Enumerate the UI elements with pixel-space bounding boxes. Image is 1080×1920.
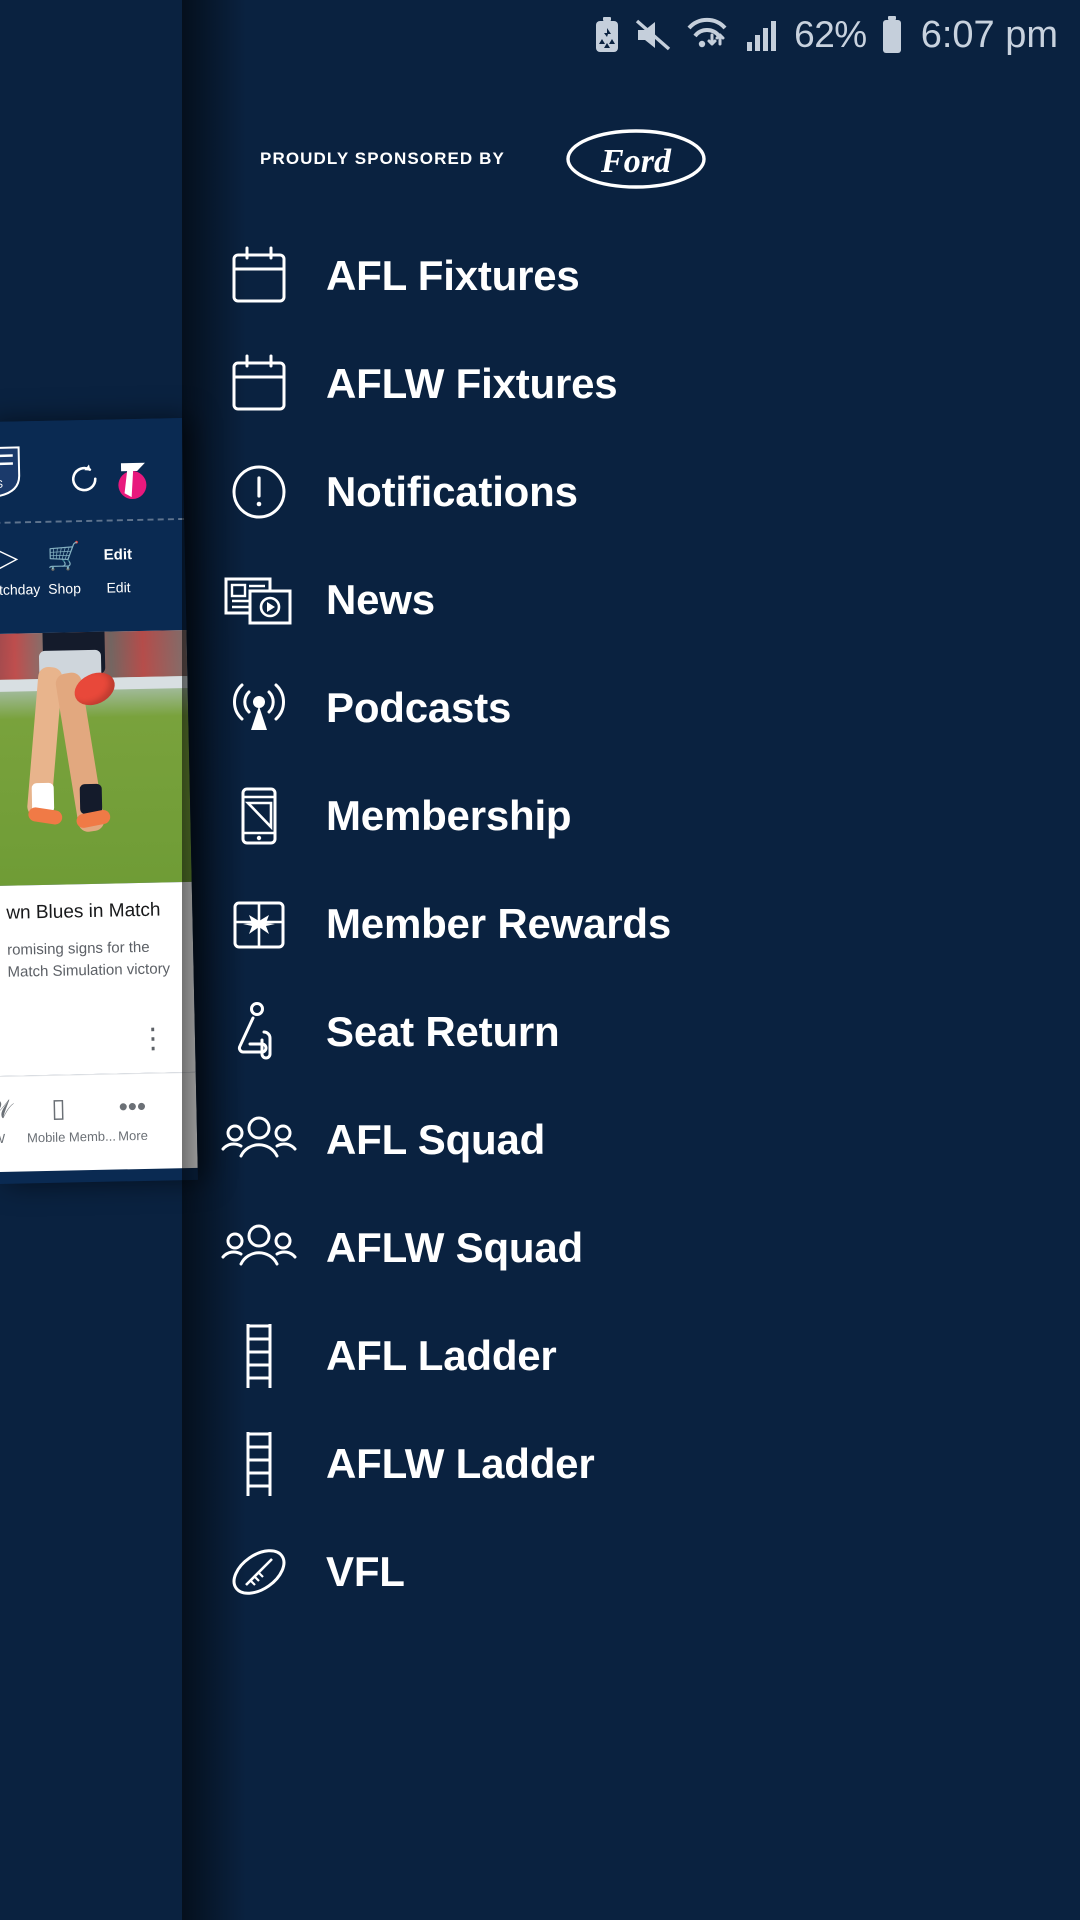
menu-item-label: Seat Return — [326, 1008, 560, 1055]
menu-item-news[interactable]: News — [182, 546, 1080, 654]
menu-item-afl-ladder[interactable]: AFL Ladder — [182, 1302, 1080, 1410]
svg-text:S: S — [0, 479, 3, 491]
svg-text:Ford: Ford — [600, 143, 672, 180]
quick-action-label: Matchday — [0, 581, 41, 599]
kebab-menu-icon[interactable]: ⋮ — [139, 1021, 168, 1055]
navigation-drawer: PROUDLY SPONSORED BY Ford AFL Fixtures A… — [182, 0, 1080, 1920]
play-icon: ▷ — [0, 542, 19, 573]
menu-item-aflw-squad[interactable]: AFLW Squad — [182, 1194, 1080, 1302]
background-app-topbar: S — [0, 418, 185, 525]
article-image — [0, 629, 192, 887]
menu-item-podcasts[interactable]: Podcasts — [182, 654, 1080, 762]
menu-item-label: AFL Ladder — [326, 1332, 557, 1379]
menu-item-label: AFL Fixtures — [326, 252, 580, 299]
menu-item-label: News — [326, 576, 435, 623]
menu-item-aflw-ladder[interactable]: AFLW Ladder — [182, 1410, 1080, 1518]
bottom-nav-label: Mobile Memb... — [26, 1128, 117, 1146]
menu-item-membership[interactable]: Membership — [182, 762, 1080, 870]
calendar-icon — [218, 240, 300, 312]
people-group-icon — [218, 1212, 300, 1284]
article-summary: romising signs for the Match Simulation … — [6, 938, 171, 981]
menu-item-label: AFL Squad — [326, 1116, 546, 1163]
sponsor-banner: PROUDLY SPONSORED BY Ford — [260, 128, 707, 190]
article-headline: wn Blues in Match — [6, 899, 161, 924]
alert-circle-icon — [218, 456, 300, 528]
mobile-member-icon: ▯ — [50, 1092, 66, 1123]
menu-item-afl-squad[interactable]: AFL Squad — [182, 1086, 1080, 1194]
edit-label-top: Edit — [103, 546, 133, 564]
menu-item-label: Podcasts — [326, 684, 512, 731]
menu-item-label: AFLW Ladder — [326, 1440, 595, 1487]
quick-action-label: Shop — [48, 580, 82, 597]
drawer-menu: AFL Fixtures AFLW Fixtures Notifications… — [182, 222, 1080, 1626]
quick-action-matchday[interactable]: ▷ Matchday — [0, 539, 41, 599]
menu-item-label: AFLW Squad — [326, 1224, 583, 1271]
background-app-window[interactable]: S ▷ Matchday 🛒 Shop Edit Edit wn Blues i… — [0, 418, 198, 1185]
menu-item-label: VFL — [326, 1548, 405, 1595]
bottom-nav-more[interactable]: ••• More — [100, 1086, 165, 1144]
mobile-ticket-icon — [218, 780, 300, 852]
ladder-icon — [218, 1428, 300, 1500]
menu-item-member-rewards[interactable]: Member Rewards — [182, 870, 1080, 978]
menu-item-label: Member Rewards — [326, 900, 671, 947]
bottom-nav-mobile-member[interactable]: ▯ Mobile Memb... — [26, 1087, 117, 1146]
cart-icon: 🛒 — [46, 541, 81, 572]
football-icon — [218, 1536, 300, 1608]
quick-action-shop[interactable]: 🛒 Shop — [35, 538, 94, 597]
people-group-icon — [218, 1104, 300, 1176]
quick-action-edit[interactable]: Edit Edit — [88, 537, 147, 596]
quick-action-label: Edit — [106, 579, 131, 596]
more-dots-icon: ••• — [118, 1090, 147, 1122]
bottom-nav-label: More — [118, 1127, 148, 1144]
background-app-bottom-nav: 𝒲 W ▯ Mobile Memb... ••• More — [0, 1071, 198, 1173]
menu-item-seat-return[interactable]: Seat Return — [182, 978, 1080, 1086]
menu-item-label: AFLW Fixtures — [326, 360, 618, 407]
ladder-icon — [218, 1320, 300, 1392]
telstra-logo — [118, 462, 147, 500]
ford-logo: Ford — [566, 129, 706, 189]
app-screen: S ▷ Matchday 🛒 Shop Edit Edit wn Blues i… — [0, 0, 1080, 1920]
menu-item-label: Membership — [326, 792, 572, 839]
sponsor-label: PROUDLY SPONSORED BY — [260, 149, 505, 168]
club-crest-icon: S — [0, 446, 21, 497]
newspaper-video-icon — [218, 564, 300, 636]
menu-item-vfl[interactable]: VFL — [182, 1518, 1080, 1626]
seat-icon — [218, 996, 300, 1068]
refresh-icon[interactable] — [67, 462, 102, 497]
calendar-icon — [218, 348, 300, 420]
menu-item-label: Notifications — [326, 468, 578, 515]
article-card[interactable]: wn Blues in Match romising signs for the… — [0, 881, 196, 1077]
menu-item-aflw-fixtures[interactable]: AFLW Fixtures — [182, 330, 1080, 438]
background-app-quick-actions: ▷ Matchday 🛒 Shop Edit Edit — [0, 519, 187, 635]
broadcast-icon — [218, 672, 300, 744]
gift-icon — [218, 888, 300, 960]
menu-item-afl-fixtures[interactable]: AFL Fixtures — [182, 222, 1080, 330]
menu-item-notifications[interactable]: Notifications — [182, 438, 1080, 546]
